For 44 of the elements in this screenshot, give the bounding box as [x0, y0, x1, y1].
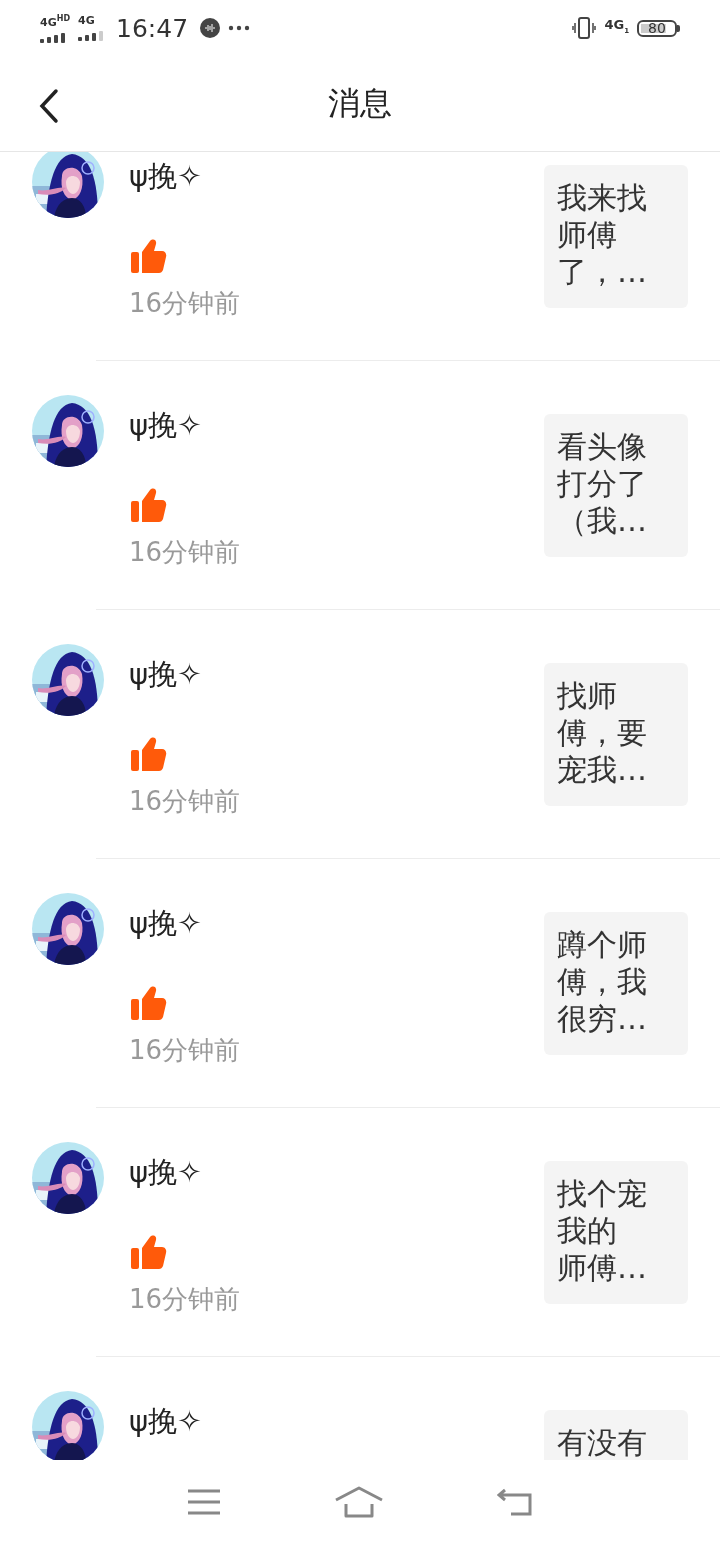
- user-name: ψ挽✧: [129, 657, 202, 691]
- home-button[interactable]: [334, 1486, 384, 1518]
- network-label: 4G$_{1}$: [604, 19, 629, 37]
- page-title: 消息: [328, 82, 392, 124]
- preview-line: 我的: [557, 1212, 617, 1249]
- preview-line: 蹲个师: [557, 926, 647, 963]
- preview-line: （我…: [557, 502, 647, 539]
- preview-line: 有没有: [557, 1424, 647, 1460]
- comment-preview[interactable]: 蹲个师 傅，我 很穷…: [544, 912, 688, 1055]
- user-name: ψ挽✧: [129, 408, 202, 442]
- preview-line: 很穷…: [557, 1000, 647, 1037]
- preview-line: 了，…: [557, 253, 647, 290]
- preview-line: 宠我…: [557, 751, 647, 788]
- timestamp: 16分钟前: [129, 1283, 241, 1315]
- preview-line: 看头像: [557, 428, 647, 465]
- network-label: 4G$^{HD}$: [40, 13, 71, 28]
- more-icon: [228, 25, 251, 31]
- user-name: ψ挽✧: [129, 1404, 202, 1438]
- preview-line: 打分了: [557, 465, 647, 502]
- timestamp: 16分钟前: [129, 785, 241, 817]
- comment-preview[interactable]: 找个宠 我的 师傅…: [544, 1161, 688, 1304]
- user-name: ψ挽✧: [129, 159, 202, 193]
- comment-preview[interactable]: 找师 傅，要 宠我…: [544, 663, 688, 806]
- preview-line: 师傅: [557, 216, 617, 253]
- vibrate-icon: [572, 17, 597, 39]
- preview-line: 傅，我: [557, 963, 647, 1000]
- preview-line: 找个宠: [557, 1175, 647, 1212]
- timestamp: 16分钟前: [129, 536, 241, 568]
- comment-preview[interactable]: 我来找 师傅 了，…: [544, 165, 688, 308]
- network-label: 4G: [78, 15, 95, 26]
- preview-line: 师傅…: [557, 1249, 647, 1286]
- voice-icon: [200, 18, 221, 38]
- comment-preview[interactable]: 有没有: [544, 1410, 688, 1460]
- clock: 16:47: [116, 13, 189, 43]
- user-name: ψ挽✧: [129, 1155, 202, 1189]
- preview-line: 我来找: [557, 179, 647, 216]
- timestamp: 16分钟前: [129, 287, 241, 319]
- timestamp: 16分钟前: [129, 1034, 241, 1066]
- user-name: ψ挽✧: [129, 906, 202, 940]
- menu-button[interactable]: [186, 1489, 221, 1515]
- comment-preview[interactable]: 看头像 打分了 （我…: [544, 414, 688, 557]
- preview-line: 傅，要: [557, 714, 647, 751]
- preview-line: 找师: [557, 677, 617, 714]
- battery-level: 80: [637, 19, 677, 37]
